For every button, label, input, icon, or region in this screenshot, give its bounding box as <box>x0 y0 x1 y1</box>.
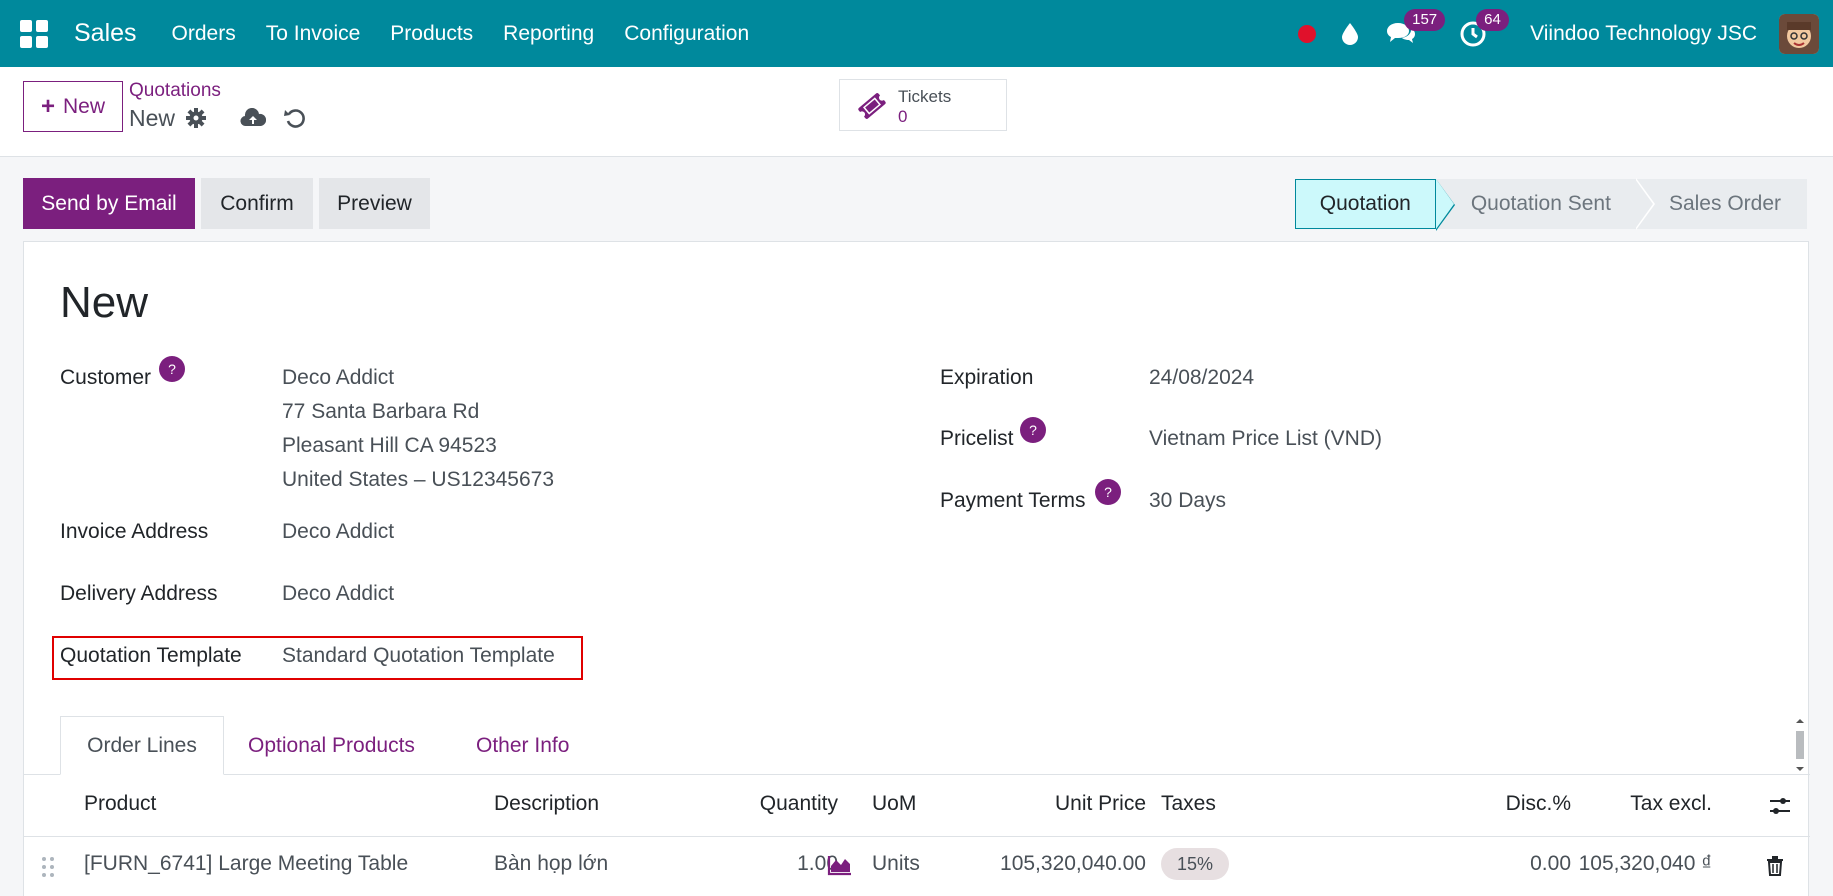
optional-columns-icon[interactable] <box>1768 794 1792 818</box>
cell-discount[interactable]: 0.00 <box>1464 852 1571 876</box>
payment-terms-field[interactable]: 30 Days <box>1149 489 1226 513</box>
delivery-address-label: Delivery Address <box>60 582 218 605</box>
stage-quotation[interactable]: Quotation <box>1294 179 1455 231</box>
preview-button[interactable]: Preview <box>319 178 430 229</box>
forecast-chart-icon[interactable] <box>827 854 853 876</box>
menu-orders[interactable]: Orders <box>172 22 236 46</box>
payment-terms-label: Payment Terms <box>940 489 1086 512</box>
scrollbar[interactable] <box>1794 717 1806 773</box>
scrollbar-thumb[interactable] <box>1796 731 1804 759</box>
pricelist-field[interactable]: Vietnam Price List (VND) <box>1149 427 1382 451</box>
tickets-smart-button[interactable]: Tickets 0 <box>839 79 1007 131</box>
column-taxes[interactable]: Taxes <box>1161 792 1216 816</box>
stage-quotation-label: Quotation <box>1319 192 1411 215</box>
expiration-field[interactable]: 24/08/2024 <box>1149 366 1254 390</box>
new-button-label: New <box>63 94 106 118</box>
confirm-button[interactable]: Confirm <box>201 178 313 229</box>
cell-uom[interactable]: Units <box>872 852 920 876</box>
customer-name[interactable]: Deco Addict <box>282 366 394 390</box>
app-brand[interactable]: Sales <box>74 19 137 48</box>
expiration-label: Expiration <box>940 366 1034 389</box>
cell-description[interactable]: Bàn họp lớn <box>494 852 608 876</box>
tickets-label: Tickets <box>898 87 952 106</box>
column-discount[interactable]: Disc.% <box>1464 792 1571 816</box>
cell-product[interactable]: [FURN_6741] Large Meeting Table <box>84 852 408 876</box>
cell-unit-price[interactable]: 105,320,040.00 <box>984 852 1146 876</box>
top-navbar: Sales Orders To Invoice Products Reporti… <box>0 0 1833 67</box>
record-title: New <box>60 278 149 327</box>
column-quantity[interactable]: Quantity <box>728 792 838 816</box>
record-icon[interactable] <box>1298 24 1317 43</box>
activities-button[interactable]: 64 <box>1458 8 1509 49</box>
send-by-email-button[interactable]: Send by Email <box>23 178 195 229</box>
ticket-icon <box>858 93 886 119</box>
invoice-address-field[interactable]: Deco Addict <box>282 520 394 544</box>
column-description[interactable]: Description <box>494 792 599 816</box>
column-unit-price[interactable]: Unit Price <box>1024 792 1146 816</box>
control-panel: + New Quotations New Tickets 0 <box>0 67 1833 157</box>
cell-tax-excl: 105,320,040 ₫ <box>1578 852 1712 875</box>
column-tax-excl[interactable]: Tax excl. <box>1584 792 1712 816</box>
gear-icon[interactable] <box>186 108 206 128</box>
cell-quantity[interactable]: 1.00 <box>728 852 838 876</box>
menu-configuration[interactable]: Configuration <box>624 22 749 46</box>
tax-badge[interactable]: 15% <box>1161 848 1229 880</box>
tab-order-lines[interactable]: Order Lines <box>60 716 224 775</box>
trash-icon[interactable] <box>1766 856 1784 876</box>
apps-menu-icon[interactable] <box>20 19 48 48</box>
quotation-template-field[interactable]: Standard Quotation Template <box>282 644 555 668</box>
drag-handle-icon[interactable] <box>41 855 55 879</box>
cloud-upload-icon[interactable] <box>240 108 266 128</box>
invoice-address-label: Invoice Address <box>60 520 209 543</box>
customer-country-vat: United States – US12345673 <box>282 468 555 491</box>
avatar-face-icon <box>1779 13 1819 54</box>
messages-button[interactable]: 157 <box>1386 8 1446 49</box>
tab-other-info[interactable]: Other Info <box>476 716 569 775</box>
scroll-up-icon <box>1796 719 1804 723</box>
company-switcher[interactable]: Viindoo Technology JSC <box>1530 22 1757 46</box>
customer-label: Customer <box>60 366 152 389</box>
column-uom[interactable]: UoM <box>872 792 916 816</box>
new-button[interactable]: + New <box>23 81 123 132</box>
drop-icon[interactable] <box>1342 22 1359 45</box>
user-avatar[interactable] <box>1779 13 1819 54</box>
payment-terms-help-icon[interactable]: ? <box>1095 479 1121 505</box>
messages-badge: 157 <box>1404 8 1446 31</box>
menu-reporting[interactable]: Reporting <box>503 22 594 46</box>
discard-icon[interactable] <box>284 107 306 129</box>
stage-quotation-sent-label: Quotation Sent <box>1470 192 1611 215</box>
form-sheet: New Customer ? Deco Addict 77 Santa Barb… <box>23 241 1810 896</box>
plus-icon: + <box>40 92 55 120</box>
menu-to-invoice[interactable]: To Invoice <box>266 22 361 46</box>
customer-city: Pleasant Hill CA 94523 <box>282 434 497 457</box>
stage-sales-order-label: Sales Order <box>1668 192 1781 215</box>
stage-sales-order[interactable]: Sales Order <box>1634 179 1807 229</box>
table-header-divider <box>24 836 1810 837</box>
stage-quotation-sent[interactable]: Quotation Sent <box>1435 178 1655 230</box>
column-product[interactable]: Product <box>84 792 156 816</box>
activities-badge: 64 <box>1476 8 1509 31</box>
pricelist-label: Pricelist <box>940 427 1014 450</box>
customer-help-icon[interactable]: ? <box>159 356 185 382</box>
pricelist-help-icon[interactable]: ? <box>1020 417 1046 443</box>
scroll-down-icon <box>1796 767 1804 771</box>
quotation-template-label: Quotation Template <box>60 644 242 667</box>
tickets-count: 0 <box>898 107 908 126</box>
breadcrumb-quotations[interactable]: Quotations <box>129 80 221 102</box>
navbar-systray: 157 64 Viindoo Technology JSC <box>1298 0 1833 67</box>
delivery-address-field[interactable]: Deco Addict <box>282 582 394 606</box>
record-name: New <box>129 105 176 131</box>
tab-optional-products[interactable]: Optional Products <box>248 716 415 775</box>
menu-products[interactable]: Products <box>390 22 473 46</box>
customer-street: 77 Santa Barbara Rd <box>282 400 480 423</box>
status-bar: Quotation Quotation Sent Sales Order <box>1294 178 1807 231</box>
